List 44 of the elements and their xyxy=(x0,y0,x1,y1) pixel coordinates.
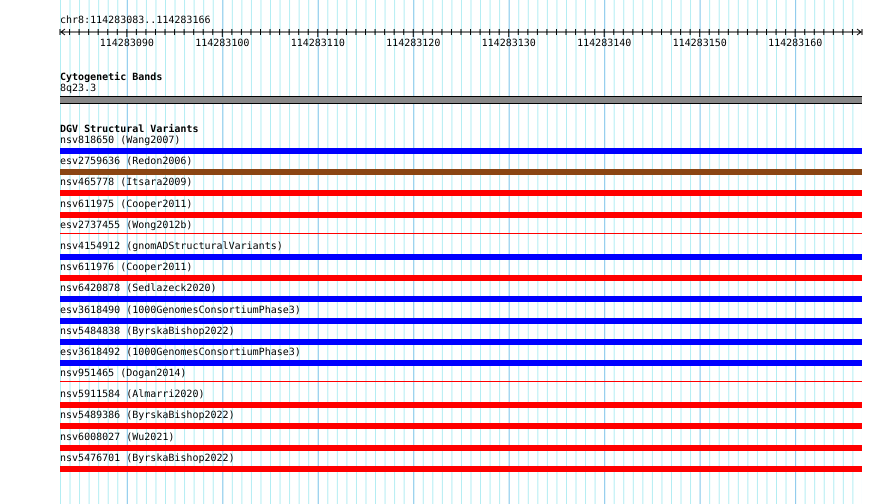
feature-label[interactable]: nsv5476701 (ByrskaBishop2022) xyxy=(60,454,235,464)
variant-line[interactable] xyxy=(60,232,862,234)
variant-bar[interactable] xyxy=(60,466,862,472)
variant-bar[interactable] xyxy=(60,190,862,196)
feature-label[interactable]: esv3618490 (1000GenomesConsortiumPhase3) xyxy=(60,306,301,316)
feature-label[interactable]: nsv5489386 (ByrskaBishop2022) xyxy=(60,411,235,422)
band-label: 8q23.3 xyxy=(60,84,96,94)
variant-bar[interactable] xyxy=(60,402,862,408)
cytoband-bar[interactable] xyxy=(60,96,862,104)
feature-label[interactable]: esv3618492 (1000GenomesConsortiumPhase3) xyxy=(60,348,301,358)
track-title: DGV Structural Variants xyxy=(60,124,200,135)
feature-label[interactable]: nsv951465 (Dogan2014) xyxy=(60,369,186,380)
variant-bar[interactable] xyxy=(60,423,862,430)
ruler-label: 114283150 xyxy=(672,38,727,50)
ruler-label: 114283100 xyxy=(195,38,250,50)
variant-bar[interactable] xyxy=(60,212,862,218)
variant-bar[interactable] xyxy=(60,296,862,302)
variant-bar[interactable] xyxy=(60,275,862,282)
location-label: chr8:114283083..114283166 xyxy=(60,15,212,27)
feature-label[interactable]: esv2737455 (Wong2012b) xyxy=(60,220,192,231)
variant-bar[interactable] xyxy=(60,338,862,345)
feature-label[interactable]: nsv611975 (Cooper2011) xyxy=(60,200,192,210)
feature-label[interactable]: nsv6420878 (Sedlazeck2020) xyxy=(60,284,217,294)
feature-label[interactable]: nsv818650 (Wang2007) xyxy=(60,136,180,146)
feature-label[interactable]: nsv4154912 (gnomADStructuralVariants) xyxy=(60,242,283,252)
variant-bar[interactable] xyxy=(60,254,862,260)
variant-line[interactable] xyxy=(60,381,862,382)
feature-label[interactable]: nsv5484838 (ByrskaBishop2022) xyxy=(60,326,235,337)
ruler-label: 114283130 xyxy=(482,38,536,50)
feature-label[interactable]: nsv5911584 (Almarri2020) xyxy=(60,390,204,400)
variant-bar[interactable] xyxy=(60,318,862,324)
feature-label[interactable]: esv2759636 (Redon2006) xyxy=(60,157,192,168)
ruler-label: 114283120 xyxy=(386,38,440,50)
feature-label[interactable]: nsv465778 (Itsara2009) xyxy=(60,178,192,188)
feature-label[interactable]: nsv611976 (Cooper2011) xyxy=(60,263,192,274)
variant-bar[interactable] xyxy=(60,360,862,366)
ruler-label: 114283140 xyxy=(577,38,632,50)
track-title: Cytogenetic Bands xyxy=(60,72,164,84)
feature-label[interactable]: nsv6008027 (Wu2021) xyxy=(60,432,174,443)
variant-bar[interactable] xyxy=(60,169,862,176)
ruler-label: 114283110 xyxy=(290,38,345,50)
ruler-label: 114283090 xyxy=(100,38,154,50)
ruler-label: 114283160 xyxy=(768,38,822,50)
variant-bar[interactable] xyxy=(60,444,862,451)
